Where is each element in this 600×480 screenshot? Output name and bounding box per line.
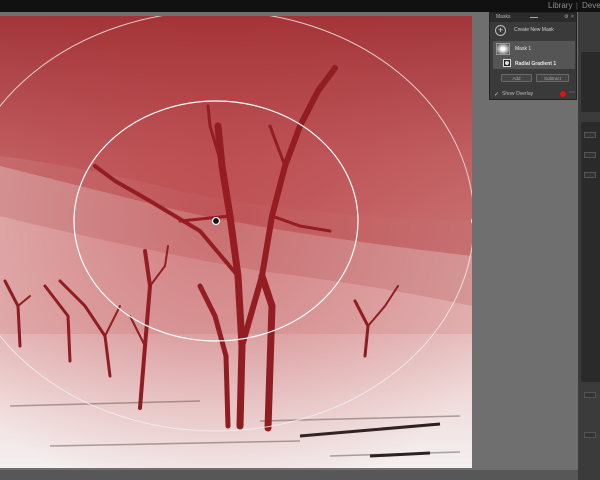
panel-control[interactable] <box>584 172 596 178</box>
add-label: Add <box>512 76 521 81</box>
mask-overlay <box>0 16 472 468</box>
plus-icon: + <box>495 25 506 36</box>
right-panel <box>578 12 600 480</box>
mask-name: Mask 1 <box>515 46 532 52</box>
show-overlay-label: Show Overlay <box>502 91 534 97</box>
module-library[interactable]: Library <box>548 0 572 12</box>
histogram-area <box>581 52 600 112</box>
create-new-mask-label: Create New Mask <box>514 27 554 33</box>
more-options-icon[interactable]: ⋯ <box>569 89 575 96</box>
module-develop[interactable]: Develop <box>582 0 600 12</box>
subtract-label: Subtract <box>544 76 561 81</box>
mask-component-name[interactable]: Radial Gradient 1 <box>515 61 556 67</box>
add-mask-button[interactable]: Add <box>501 74 532 82</box>
create-new-mask-button[interactable]: + Create New Mask <box>490 23 576 39</box>
show-overlay-checkbox[interactable]: ✓ <box>494 91 499 98</box>
module-separator: | <box>576 3 578 10</box>
photo-image <box>0 16 472 468</box>
photo-canvas[interactable] <box>0 16 472 468</box>
panel-settings-icon[interactable]: ⚙ <box>564 14 568 20</box>
radial-gradient-icon <box>503 59 511 67</box>
drag-handle-icon[interactable] <box>530 17 538 18</box>
subtract-mask-button[interactable]: Subtract <box>536 74 569 82</box>
develop-controls <box>581 122 600 382</box>
masks-panel-header[interactable]: Masks ⚙ × <box>490 13 576 22</box>
filmstrip-bar <box>0 470 578 480</box>
panel-control[interactable] <box>584 132 596 138</box>
module-bar: Library | Develop <box>0 0 600 12</box>
show-overlay-row: ✓ Show Overlay ⋯ <box>490 89 576 99</box>
mask-thumbnail <box>496 43 510 55</box>
overlay-color-swatch[interactable] <box>560 91 566 97</box>
mask-list-item[interactable]: Mask 1 Radial Gradient 1 <box>493 41 575 69</box>
panel-control[interactable] <box>584 392 596 398</box>
panel-close-icon[interactable]: × <box>571 14 574 20</box>
panel-control[interactable] <box>584 152 596 158</box>
panel-control[interactable] <box>584 432 596 438</box>
masks-panel: Masks ⚙ × + Create New Mask Mask 1 Radia… <box>489 12 577 100</box>
masks-panel-title: Masks <box>496 14 511 20</box>
mask-pin-icon[interactable] <box>211 216 221 226</box>
